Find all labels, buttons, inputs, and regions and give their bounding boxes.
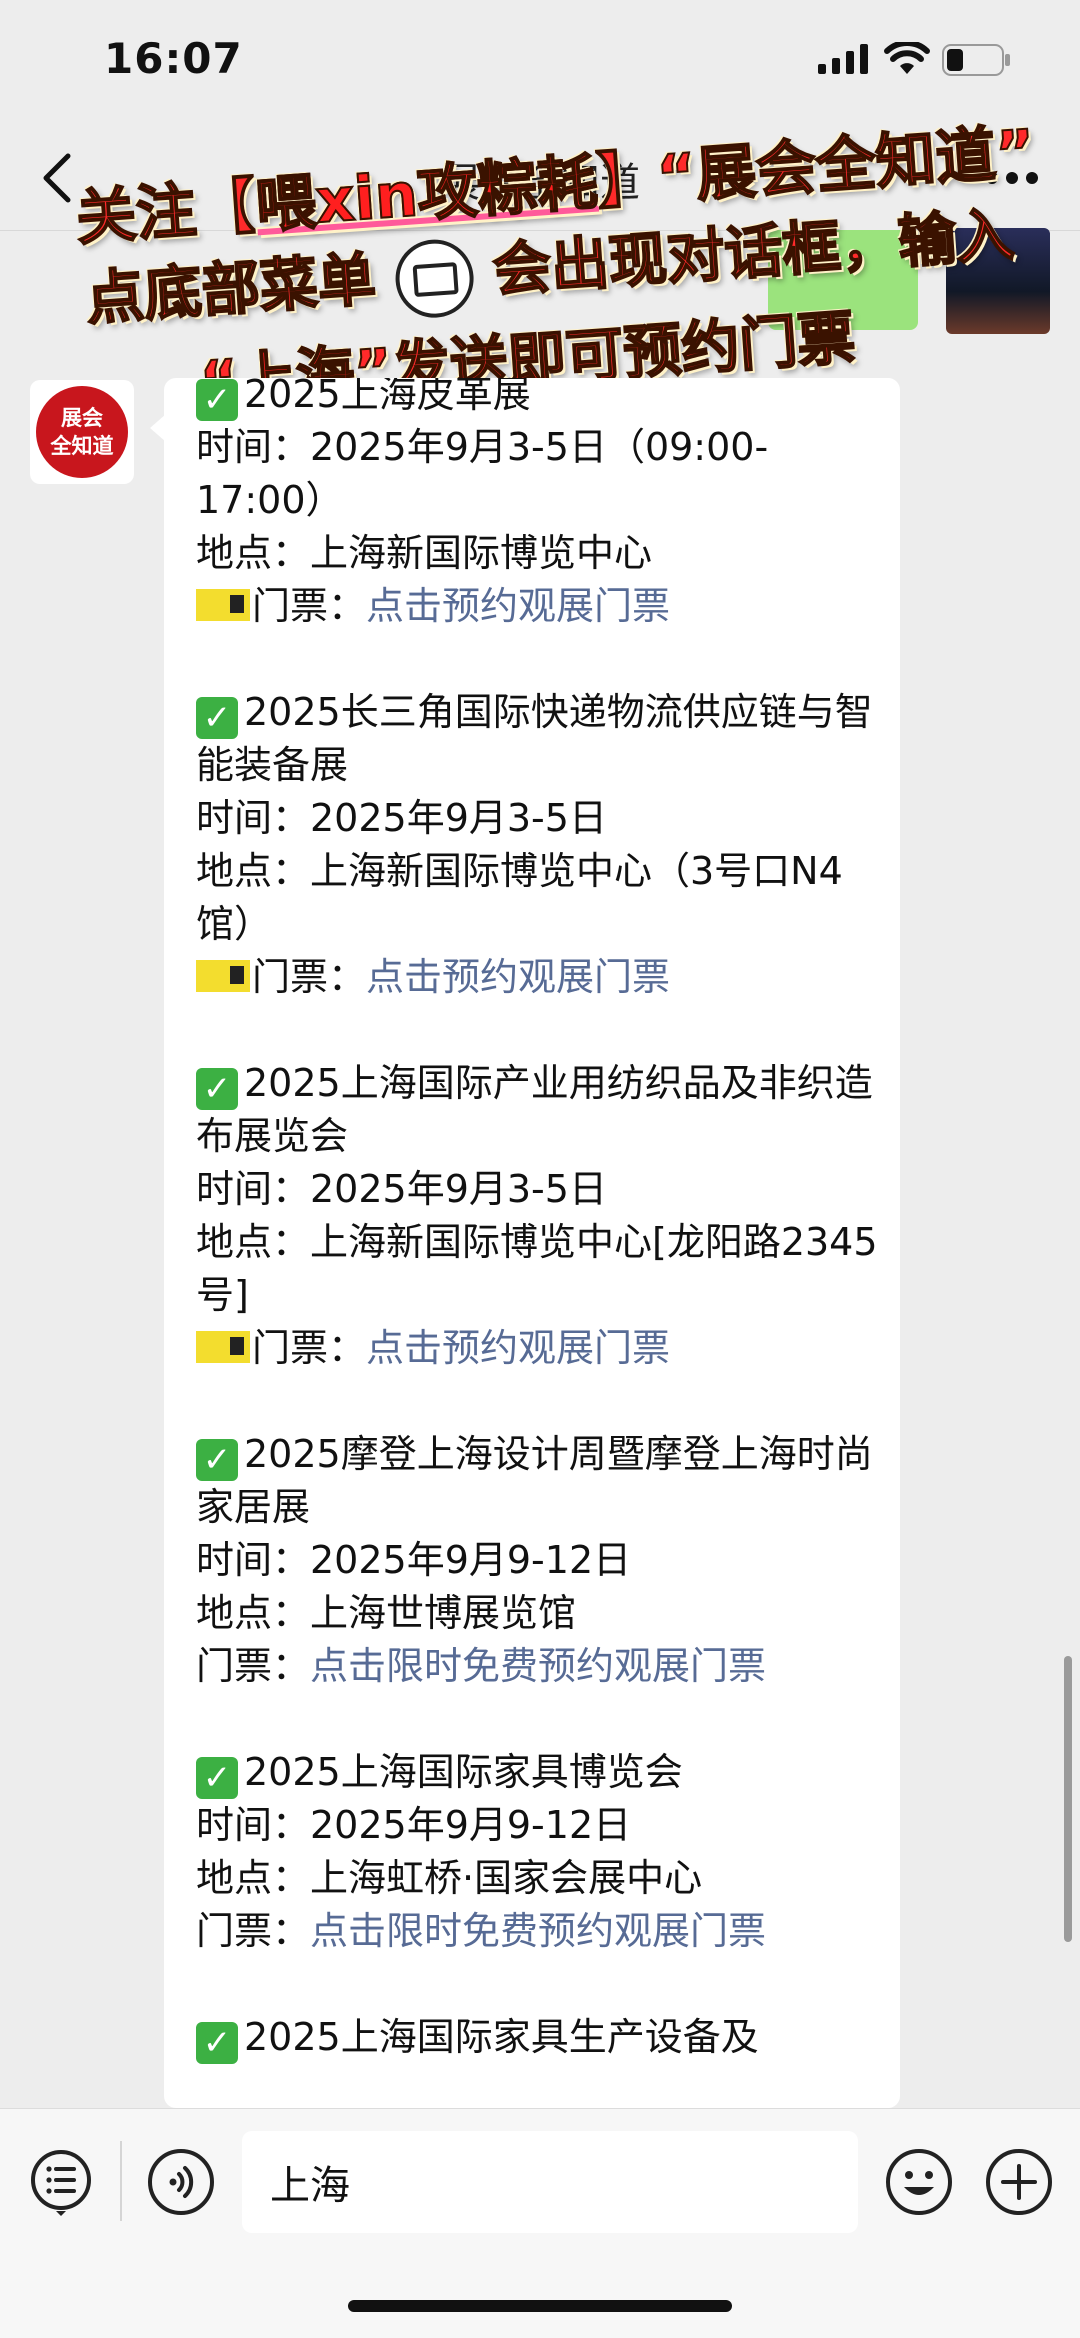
battery-icon xyxy=(942,44,1010,76)
exhibition-title: ✓ 2025上海皮革展 xyxy=(196,378,886,421)
ticket-icon xyxy=(196,589,250,621)
ticket-link[interactable]: 点击预约观展门票 xyxy=(366,584,670,628)
more-icon[interactable] xyxy=(984,168,1040,188)
check-icon: ✓ xyxy=(196,1068,238,1110)
ticket-icon xyxy=(196,960,250,992)
exhibition-item: ✓ 2025摩登上海设计周暨摩登上海时尚家居展 时间：2025年9月9-12日 地… xyxy=(196,1428,886,1693)
exhibition-title: ✓ 2025上海国际家具博览会 xyxy=(196,1746,886,1799)
signal-icon xyxy=(818,44,868,74)
ticket-icon xyxy=(196,1331,250,1363)
check-icon: ✓ xyxy=(196,379,238,421)
exhibition-item: ✓ 2025上海皮革展 时间：2025年9月3-5日（09:00-17:00） 地… xyxy=(196,378,886,633)
exhibition-place: 地点：上海虹桥·国家会展中心 xyxy=(196,1856,703,1900)
status-time: 16:07 xyxy=(104,34,243,83)
ticket-link[interactable]: 点击预约观展门票 xyxy=(366,955,670,999)
divider xyxy=(120,2141,122,2221)
message-content: ✓ 2025上海皮革展 时间：2025年9月3-5日（09:00-17:00） 地… xyxy=(196,378,886,2108)
thumbnail-image xyxy=(946,228,1050,334)
exhibition-time: 时间：2025年9月3-5日（09:00-17:00） xyxy=(196,425,769,522)
ticket-link[interactable]: 点击限时免费预约观展门票 xyxy=(310,1909,766,1953)
exhibition-title: ✓ 2025上海国际产业用纺织品及非织造布展览会 xyxy=(196,1061,873,1158)
exhibition-time: 时间：2025年9月9-12日 xyxy=(196,1803,632,1847)
ticket-link[interactable]: 点击限时免费预约观展门票 xyxy=(310,1644,766,1688)
menu-list-icon[interactable] xyxy=(28,2147,94,2217)
exhibition-title: ✓ 2025摩登上海设计周暨摩登上海时尚家居展 xyxy=(196,1432,873,1529)
exhibition-place: 地点：上海新国际博览中心[龙阳路2345号] xyxy=(196,1220,878,1317)
voice-icon[interactable] xyxy=(146,2147,216,2217)
check-icon: ✓ xyxy=(196,697,238,739)
chat-header: 展会全知道 xyxy=(0,130,1080,231)
exhibition-ticket: 门票：点击预约观展门票 xyxy=(196,580,886,633)
emoji-icon[interactable] xyxy=(884,2147,954,2217)
avatar[interactable]: 展会 全知道 xyxy=(30,380,134,484)
scrollbar[interactable] xyxy=(1064,1656,1072,1942)
exhibition-place: 地点：上海新国际博览中心（3号口N4馆） xyxy=(196,849,843,946)
check-icon: ✓ xyxy=(196,1439,238,1481)
exhibition-item: ✓ 2025上海国际产业用纺织品及非织造布展览会 时间：2025年9月3-5日 地… xyxy=(196,1057,886,1375)
check-icon: ✓ xyxy=(196,2022,238,2064)
avatar-logo: 展会 全知道 xyxy=(36,386,128,478)
message-bubble: ✓ 2025上海皮革展 时间：2025年9月3-5日（09:00-17:00） 地… xyxy=(164,378,900,2108)
exhibition-ticket: 门票：点击预约观展门票 xyxy=(196,951,886,1004)
exhibition-ticket: 门票：点击限时免费预约观展门票 xyxy=(196,1644,767,1688)
exhibition-ticket: 门票：点击限时免费预约观展门票 xyxy=(196,1909,767,1953)
keyboard-icon xyxy=(392,236,477,321)
exhibition-item: ✓ 2025长三角国际快递物流供应链与智能装备展 时间：2025年9月3-5日 地… xyxy=(196,686,886,1004)
message-input[interactable] xyxy=(242,2131,858,2233)
exhibition-item: ✓ 2025上海国际家具生产设备及 xyxy=(196,2011,886,2064)
plus-icon[interactable] xyxy=(984,2147,1054,2217)
exhibition-title: ✓ 2025上海国际家具生产设备及 xyxy=(196,2011,886,2064)
chat-title: 展会全知道 xyxy=(440,160,640,206)
exhibition-time: 时间：2025年9月3-5日 xyxy=(196,1167,607,1211)
exhibition-ticket: 门票：点击预约观展门票 xyxy=(196,1322,886,1375)
check-icon: ✓ xyxy=(196,1757,238,1799)
exhibition-time: 时间：2025年9月3-5日 xyxy=(196,796,607,840)
status-bar: 16:07 xyxy=(0,0,1080,120)
exhibition-place: 地点：上海新国际博览中心 xyxy=(196,531,653,575)
thumbnail-image xyxy=(768,230,918,330)
wifi-icon xyxy=(884,42,930,74)
ticket-link[interactable]: 点击预约观展门票 xyxy=(366,1326,670,1370)
exhibition-title: ✓ 2025长三角国际快递物流供应链与智能装备展 xyxy=(196,690,873,787)
home-indicator[interactable] xyxy=(348,2300,732,2312)
exhibition-time: 时间：2025年9月9-12日 xyxy=(196,1538,632,1582)
exhibition-item: ✓ 2025上海国际家具博览会 时间：2025年9月9-12日 地点：上海虹桥·国… xyxy=(196,1746,886,1958)
exhibition-place: 地点：上海世博展览馆 xyxy=(196,1591,577,1635)
